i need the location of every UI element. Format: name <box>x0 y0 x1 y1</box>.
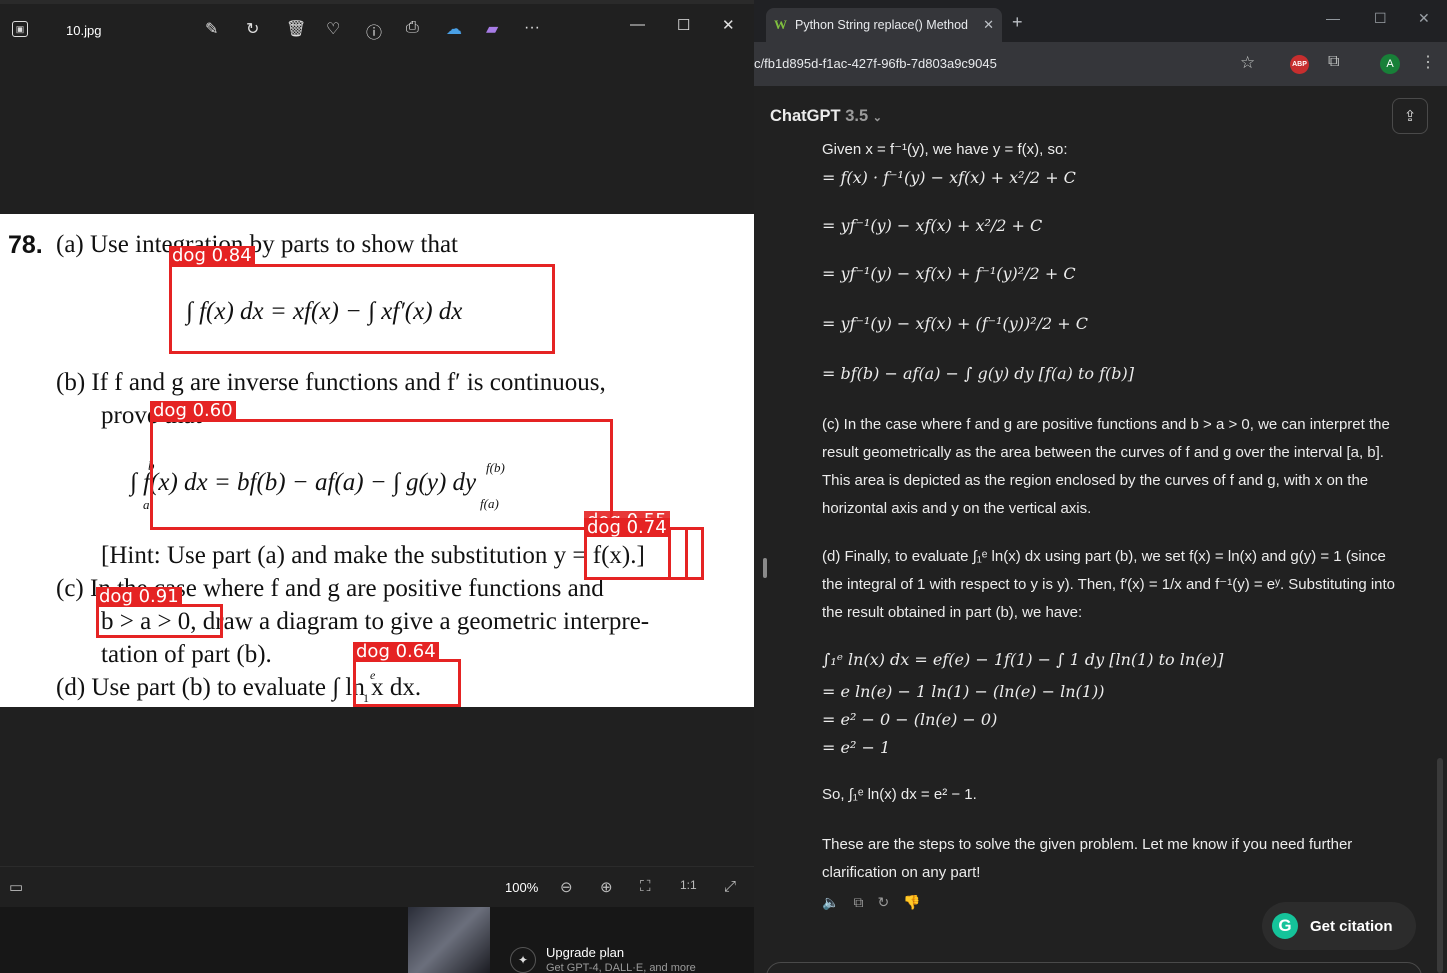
scrollbar[interactable] <box>1437 758 1443 973</box>
part-c-paragraph: (c) In the case where f and g are positi… <box>822 416 1390 517</box>
read-aloud-icon[interactable]: 🔈 <box>822 894 839 911</box>
adblock-icon[interactable]: ABP <box>1290 55 1309 74</box>
regenerate-icon[interactable]: ↻ <box>877 894 889 911</box>
closing-paragraph: These are the steps to solve the given p… <box>822 836 1353 881</box>
displayed-image: 78. (a) Use integration by parts to show… <box>0 214 754 707</box>
problem-number: 78. <box>8 231 43 259</box>
photos-app-icon: ▣ <box>12 21 28 37</box>
edit-icon[interactable]: ✎ <box>205 19 218 39</box>
url-text[interactable]: c/fb1d895d-f1ac-427f-96fb-7d803a9c9045 <box>754 56 997 71</box>
step-line: = yf⁻¹(y) − xf(x) + x²/2 + C <box>822 216 1043 235</box>
new-tab-icon[interactable]: + <box>1012 12 1023 33</box>
step-line: = yf⁻¹(y) − xf(x) + f⁻¹(y)²/2 + C <box>822 264 1076 283</box>
upgrade-plan-title[interactable]: Upgrade plan <box>546 945 624 960</box>
step-line: = bf(b) − af(a) − ∫ g(y) dy [f(a) to f(b… <box>822 364 1134 383</box>
detection-label: dog 0.74 <box>584 518 670 537</box>
viewer-bottom-bar: ▭ 100% ⊖ ⊕ ⛶ 1:1 ⤢ <box>0 866 754 907</box>
fit-to-window-icon[interactable]: ⛶ <box>640 878 651 895</box>
viewer-toolbar: ▣ 10.jpg ✎ ↻ 🗑 ♡ ⓘ ⎙ ☁ ▰ ··· — ☐ ✕ <box>0 4 754 54</box>
model-selector[interactable]: ChatGPT 3.5 ⌄ <box>770 107 882 126</box>
more-options-icon[interactable]: ··· <box>524 19 540 37</box>
share-icon[interactable]: ⇪ <box>1392 98 1428 134</box>
detection-label: dog 0.84 <box>169 246 255 265</box>
step-line: = yf⁻¹(y) − xf(x) + (f⁻¹(y))²/2 + C <box>822 314 1089 333</box>
viewer-close-icon[interactable]: ✕ <box>722 16 735 34</box>
given-line: Given x = f⁻¹(y), we have y = f(x), so: <box>822 141 1068 158</box>
eq-b-lower: a <box>143 497 150 512</box>
onedrive-icon[interactable]: ☁ <box>446 19 462 39</box>
zoom-in-icon[interactable]: ⊕ <box>600 878 613 896</box>
hint-line: [Hint: Use part (a) and make the substit… <box>101 542 645 569</box>
step-line: = f(x) · f⁻¹(y) − xf(x) + x²/2 + C <box>822 168 1076 187</box>
eval-line: = e² − 1 <box>822 738 891 757</box>
message-input[interactable] <box>766 962 1422 973</box>
print-icon[interactable]: ⎙ <box>406 19 419 37</box>
get-citation-label: Get citation <box>1310 917 1393 935</box>
text-line: (a) Use integration by parts to show tha… <box>56 231 458 258</box>
zoom-out-icon[interactable]: ⊖ <box>560 878 573 896</box>
clipchamp-icon[interactable]: ▰ <box>486 19 498 39</box>
conclusion-line: So, ∫₁ᵉ ln(x) dx = e² − 1. <box>822 786 977 803</box>
zoom-level: 100% <box>505 880 539 895</box>
browser-minimize-icon[interactable]: — <box>1326 10 1340 26</box>
sparkle-icon: ✦ <box>510 947 536 973</box>
file-name: 10.jpg <box>66 23 102 38</box>
browser-window: W Python String replace() Method ✕ + — ☐… <box>754 0 1447 973</box>
fullscreen-icon[interactable]: ⤢ <box>724 878 736 895</box>
detection-label: dog 0.60 <box>150 401 236 420</box>
get-citation-button[interactable]: G Get citation <box>1262 902 1416 950</box>
copy-icon[interactable]: ⧉ <box>853 894 863 911</box>
background-window-strip: ✦ Upgrade plan Get GPT-4, DALL·E, and mo… <box>0 907 754 973</box>
close-tab-icon[interactable]: ✕ <box>983 17 994 33</box>
part-d-paragraph: (d) Finally, to evaluate ∫₁ᵉ ln(x) dx us… <box>822 548 1396 621</box>
detection-label: dog 0.64 <box>353 642 439 661</box>
profile-avatar[interactable]: A <box>1380 54 1400 74</box>
photo-viewer-window: ▣ 10.jpg ✎ ↻ 🗑 ♡ ⓘ ⎙ ☁ ▰ ··· — ☐ ✕ 78. (… <box>0 0 754 907</box>
viewer-minimize-icon[interactable]: — <box>630 16 645 33</box>
upgrade-plan-subtitle: Get GPT-4, DALL·E, and more <box>546 962 696 973</box>
detection-box <box>353 659 461 707</box>
browser-tab[interactable]: W Python String replace() Method ✕ <box>766 8 1002 42</box>
grammarly-icon: G <box>1272 913 1298 939</box>
thumbs-down-icon[interactable]: 👎 <box>903 894 920 911</box>
address-bar: c/fb1d895d-f1ac-427f-96fb-7d803a9c9045 ☆… <box>754 42 1447 86</box>
background-thumbnail <box>408 907 490 973</box>
extensions-icon[interactable]: ⧉ <box>1328 53 1339 71</box>
tab-strip: W Python String replace() Method ✕ + — ☐… <box>754 0 1447 42</box>
info-icon[interactable]: ⓘ <box>366 19 382 43</box>
eval-line: ∫₁ᵉ ln(x) dx = ef(e) − 1f(1) − ∫ 1 dy [l… <box>822 650 1224 669</box>
split-handle[interactable] <box>763 558 767 578</box>
detection-box <box>668 527 704 580</box>
detection-label: dog 0.91 <box>96 587 182 606</box>
delete-icon[interactable]: 🗑 <box>286 19 306 39</box>
detection-box <box>169 264 555 354</box>
detection-box <box>96 604 223 638</box>
bookmark-star-icon[interactable]: ☆ <box>1240 53 1255 73</box>
eval-line: = e ln(e) − 1 ln(1) − (ln(e) − ln(1)) <box>822 682 1105 701</box>
chevron-down-icon: ⌄ <box>872 112 882 124</box>
w3schools-favicon-icon: W <box>774 17 787 32</box>
favorite-icon[interactable]: ♡ <box>326 19 340 39</box>
detection-box <box>150 419 613 530</box>
browser-menu-icon[interactable]: ⋮ <box>1420 52 1436 72</box>
text-line: (b) If f and g are inverse functions and… <box>56 369 606 396</box>
text-line: tation of part (b). <box>101 641 272 668</box>
eval-line: = e² − 0 − (ln(e) − 0) <box>822 710 998 729</box>
browser-maximize-icon[interactable]: ☐ <box>1374 10 1387 27</box>
viewer-maximize-icon[interactable]: ☐ <box>677 16 690 34</box>
actual-size-icon[interactable]: 1:1 <box>680 878 697 892</box>
message-actions: 🔈 ⧉ ↻ 👎 <box>822 894 921 911</box>
model-version: 3.5 <box>845 107 869 125</box>
model-name: ChatGPT <box>770 107 841 125</box>
tab-title: Python String replace() Method <box>795 18 969 32</box>
browser-close-icon[interactable]: ✕ <box>1418 10 1430 27</box>
filmstrip-icon[interactable]: ▭ <box>9 878 23 896</box>
rotate-icon[interactable]: ↻ <box>246 19 259 39</box>
